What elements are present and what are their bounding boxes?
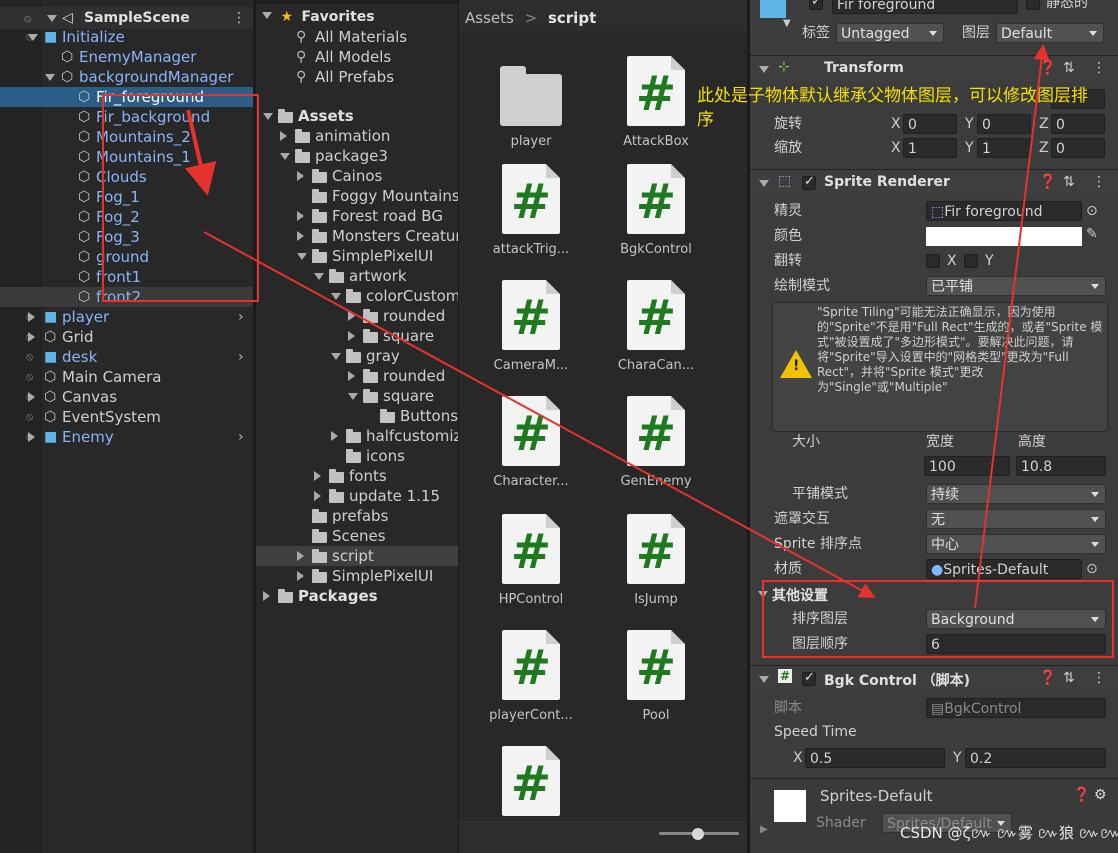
arrow-to-layer <box>974 44 1050 609</box>
arrow-down <box>185 109 217 196</box>
arrow-to-sorting <box>203 231 876 598</box>
annotation-arrows <box>185 44 1050 609</box>
